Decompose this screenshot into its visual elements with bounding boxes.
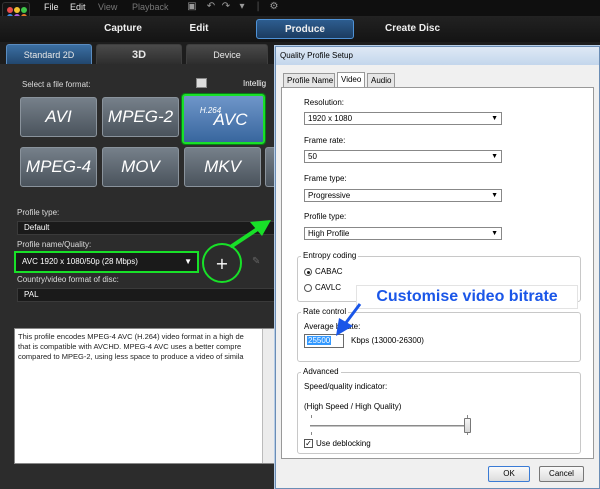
annotation-overlay xyxy=(230,220,362,336)
green-arrow xyxy=(230,220,271,248)
blue-arrow xyxy=(336,303,362,336)
